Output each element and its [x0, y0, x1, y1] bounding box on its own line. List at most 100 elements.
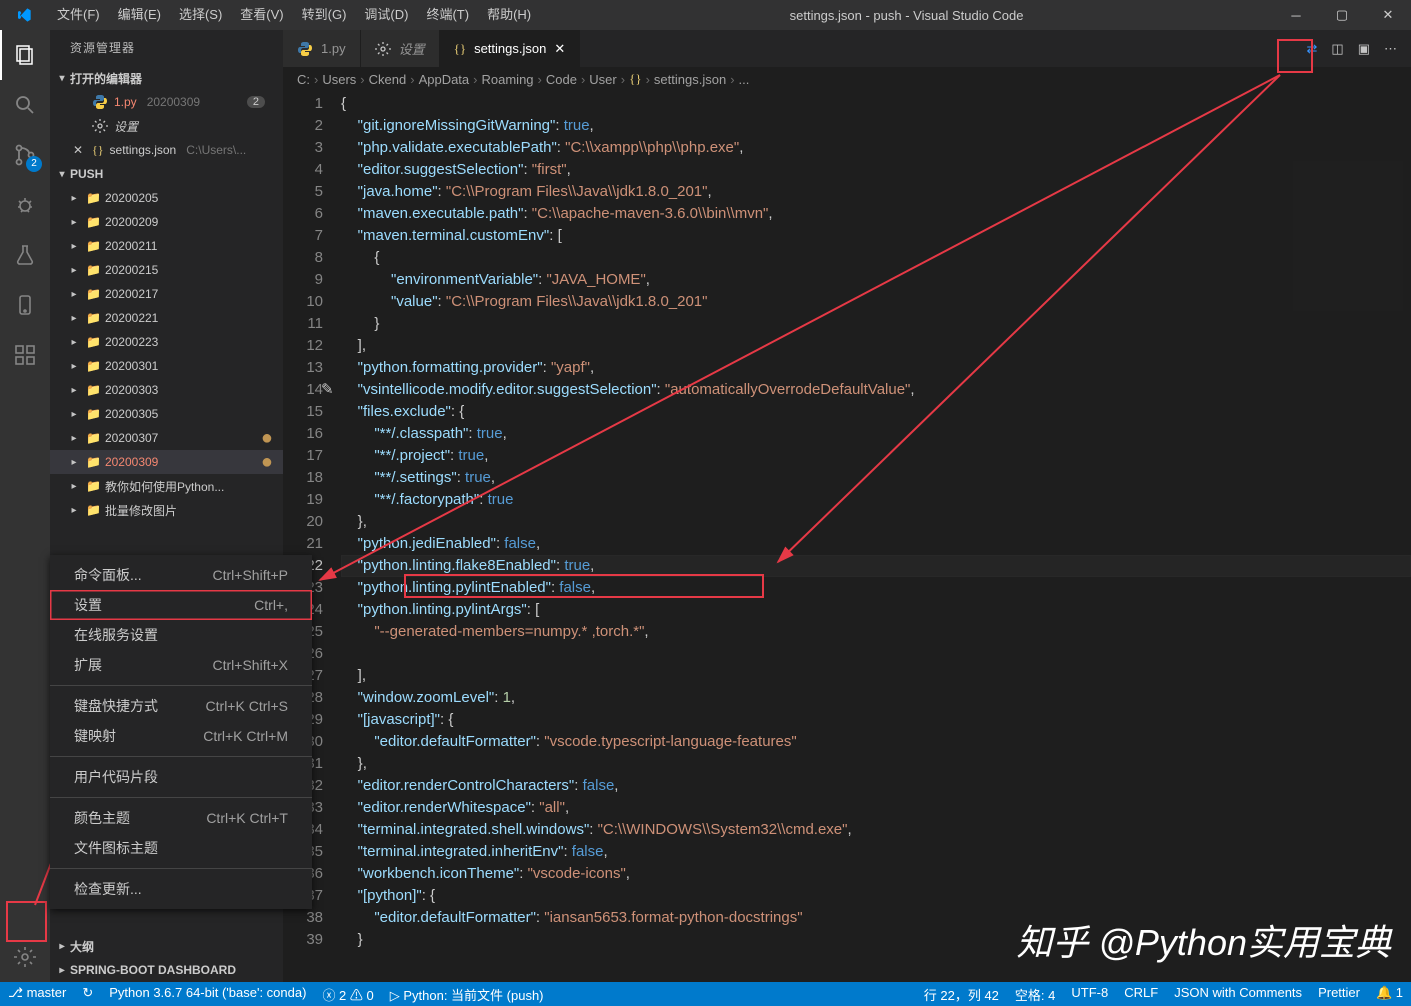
menu-item[interactable]: 扩展Ctrl+Shift+X	[50, 650, 312, 680]
code-lines[interactable]: { "git.ignoreMissingGitWarning": true, "…	[341, 91, 1411, 982]
menu-帮助(H)[interactable]: 帮助(H)	[478, 0, 540, 30]
status-item[interactable]: 🔔 1	[1368, 985, 1411, 1001]
status-item[interactable]: ↻	[74, 985, 101, 1001]
spring-header[interactable]: ▸SPRING-BOOT DASHBOARD	[50, 958, 283, 982]
status-item[interactable]: 行 22，列 42	[916, 985, 1007, 1004]
code-line[interactable]: "editor.suggestSelection": "first",	[341, 159, 1411, 181]
code-line[interactable]: },	[341, 511, 1411, 533]
workspace-header[interactable]: ▾PUSH	[50, 162, 283, 186]
outline-header[interactable]: ▸大纲	[50, 934, 283, 958]
menu-item[interactable]: 键映射Ctrl+K Ctrl+M	[50, 721, 312, 751]
code-line[interactable]: "python.formatting.provider": "yapf",	[341, 357, 1411, 379]
code-line[interactable]: "workbench.iconTheme": "vscode-icons",	[341, 863, 1411, 885]
code-line[interactable]: "editor.defaultFormatter": "vscode.types…	[341, 731, 1411, 753]
breadcrumb-item[interactable]: AppData	[419, 72, 470, 87]
editor-tab[interactable]: 设置	[361, 30, 440, 67]
code-editor[interactable]: 1234567891011121314151617181920212223242…	[283, 91, 1411, 982]
folder-item[interactable]: ▸📁20200303	[50, 378, 283, 402]
status-item[interactable]: ⎇ master	[0, 985, 74, 1001]
folder-item[interactable]: ▸📁批量修改图片	[50, 498, 283, 522]
editor-tab[interactable]: {}settings.json✕	[440, 30, 581, 67]
menu-item[interactable]: 颜色主题Ctrl+K Ctrl+T	[50, 803, 312, 833]
code-line[interactable]: },	[341, 753, 1411, 775]
close-button[interactable]: ✕	[1365, 0, 1411, 30]
code-line[interactable]: ],	[341, 335, 1411, 357]
search-icon[interactable]	[0, 80, 50, 130]
code-line[interactable]: "--generated-members=numpy.* ,torch.*",	[341, 621, 1411, 643]
code-line[interactable]: "python.linting.pylintArgs": [	[341, 599, 1411, 621]
menu-调试(D)[interactable]: 调试(D)	[355, 0, 417, 30]
code-line[interactable]: "editor.renderControlCharacters": false,	[341, 775, 1411, 797]
code-line[interactable]: "terminal.integrated.shell.windows": "C:…	[341, 819, 1411, 841]
status-item[interactable]: Python 3.6.7 64-bit ('base': conda)	[101, 985, 314, 1000]
folder-item[interactable]: ▸📁教你如何使用Python...	[50, 474, 283, 498]
code-line[interactable]: "**/.project": true,	[341, 445, 1411, 467]
menu-编辑(E)[interactable]: 编辑(E)	[109, 0, 170, 30]
minimize-button[interactable]: ─	[1273, 0, 1319, 30]
close-icon[interactable]: ✕	[554, 41, 565, 57]
menu-选择(S)[interactable]: 选择(S)	[170, 0, 231, 30]
scm-icon[interactable]: 2	[0, 130, 50, 180]
breadcrumb-item[interactable]: User	[589, 72, 616, 87]
code-line[interactable]: "**/.classpath": true,	[341, 423, 1411, 445]
code-line[interactable]: "java.home": "C:\\Program Files\\Java\\j…	[341, 181, 1411, 203]
code-line[interactable]: "editor.renderWhitespace": "all",	[341, 797, 1411, 819]
breadcrumb-item[interactable]: Users	[322, 72, 356, 87]
breadcrumb-item[interactable]: settings.json	[654, 72, 726, 87]
folder-item[interactable]: ▸📁20200301	[50, 354, 283, 378]
code-line[interactable]: "[python]": {	[341, 885, 1411, 907]
editor-tab[interactable]: 1.py	[283, 30, 361, 67]
pencil-icon[interactable]: ✎	[321, 379, 334, 401]
layout-icon[interactable]: ▣	[1358, 41, 1370, 57]
code-line[interactable]: }	[341, 313, 1411, 335]
folder-item[interactable]: ▸📁20200223	[50, 330, 283, 354]
status-item[interactable]: 空格: 4	[1007, 985, 1063, 1004]
menu-item[interactable]: 文件图标主题	[50, 833, 312, 863]
menu-文件(F)[interactable]: 文件(F)	[48, 0, 109, 30]
open-editor-item[interactable]: 设置	[50, 114, 283, 138]
menu-item[interactable]: 在线服务设置	[50, 620, 312, 650]
code-line[interactable]: ],	[341, 665, 1411, 687]
folder-item[interactable]: ▸📁20200205	[50, 186, 283, 210]
menu-item[interactable]: 设置Ctrl+,	[50, 590, 312, 620]
folder-item[interactable]: ▸📁20200209	[50, 210, 283, 234]
code-line[interactable]: "terminal.integrated.inheritEnv": false,	[341, 841, 1411, 863]
code-line[interactable]: "python.linting.flake8Enabled": true,	[341, 555, 1411, 577]
open-editor-item[interactable]: ✕{}settings.jsonC:\Users\...	[50, 138, 283, 162]
code-line[interactable]: "files.exclude": {	[341, 401, 1411, 423]
code-line[interactable]: "**/.factorypath": true	[341, 489, 1411, 511]
code-line[interactable]: "maven.executable.path": "C:\\apache-mav…	[341, 203, 1411, 225]
status-item[interactable]: ▷ Python: 当前文件 (push)	[382, 985, 552, 1004]
breadcrumb-item[interactable]: Code	[546, 72, 577, 87]
maximize-button[interactable]: ▢	[1319, 0, 1365, 30]
open-editor-item[interactable]: 1.py202003092	[50, 90, 283, 114]
code-line[interactable]: "environmentVariable": "JAVA_HOME",	[341, 269, 1411, 291]
device-icon[interactable]	[0, 280, 50, 330]
folder-item[interactable]: ▸📁20200309●	[50, 450, 283, 474]
code-line[interactable]: "php.validate.executablePath": "C:\\xamp…	[341, 137, 1411, 159]
code-line[interactable]: "**/.settings": true,	[341, 467, 1411, 489]
folder-item[interactable]: ▸📁20200305	[50, 402, 283, 426]
code-line[interactable]: "maven.terminal.customEnv": [	[341, 225, 1411, 247]
open-editors-header[interactable]: ▾打开的编辑器	[50, 66, 283, 90]
folder-item[interactable]: ▸📁20200215	[50, 258, 283, 282]
status-item[interactable]: UTF-8	[1063, 985, 1116, 1000]
test-icon[interactable]	[0, 230, 50, 280]
breadcrumb-item[interactable]: {}	[629, 71, 641, 87]
minimap[interactable]	[1293, 161, 1403, 311]
status-item[interactable]: Prettier	[1310, 985, 1368, 1000]
code-line[interactable]: "value": "C:\\Program Files\\Java\\jdk1.…	[341, 291, 1411, 313]
code-line[interactable]: "python.jediEnabled": false,	[341, 533, 1411, 555]
code-line[interactable]: {	[341, 93, 1411, 115]
explorer-icon[interactable]	[0, 30, 50, 80]
breadcrumb-item[interactable]: C:	[297, 72, 310, 87]
folder-item[interactable]: ▸📁20200221	[50, 306, 283, 330]
status-item[interactable]: CRLF	[1116, 985, 1166, 1000]
close-icon[interactable]: ✕	[70, 143, 86, 157]
breadcrumb-item[interactable]: Roaming	[482, 72, 534, 87]
status-item[interactable]: ⓧ 2 ⚠ 0	[314, 985, 381, 1004]
menu-item[interactable]: 用户代码片段	[50, 762, 312, 792]
menu-查看(V)[interactable]: 查看(V)	[231, 0, 292, 30]
menu-转到(G)[interactable]: 转到(G)	[293, 0, 356, 30]
menu-item[interactable]: 命令面板...Ctrl+Shift+P	[50, 560, 312, 590]
